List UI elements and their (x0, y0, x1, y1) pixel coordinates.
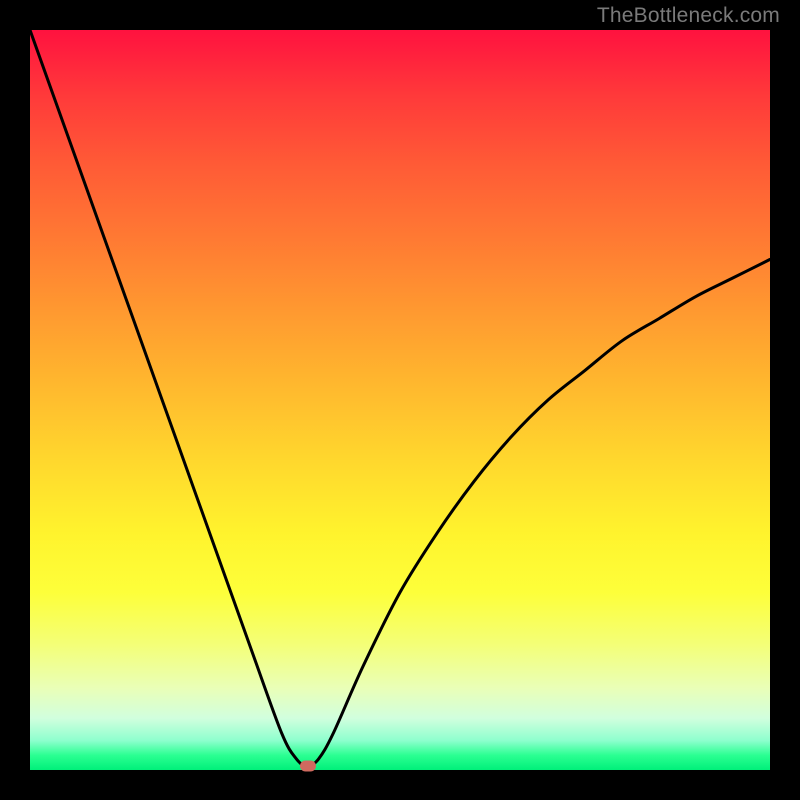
watermark-text: TheBottleneck.com (597, 4, 780, 28)
plot-area (30, 30, 770, 770)
minimum-marker (300, 761, 316, 772)
bottleneck-curve (30, 30, 770, 766)
curve-layer (30, 30, 770, 770)
chart-frame: TheBottleneck.com (0, 0, 800, 800)
